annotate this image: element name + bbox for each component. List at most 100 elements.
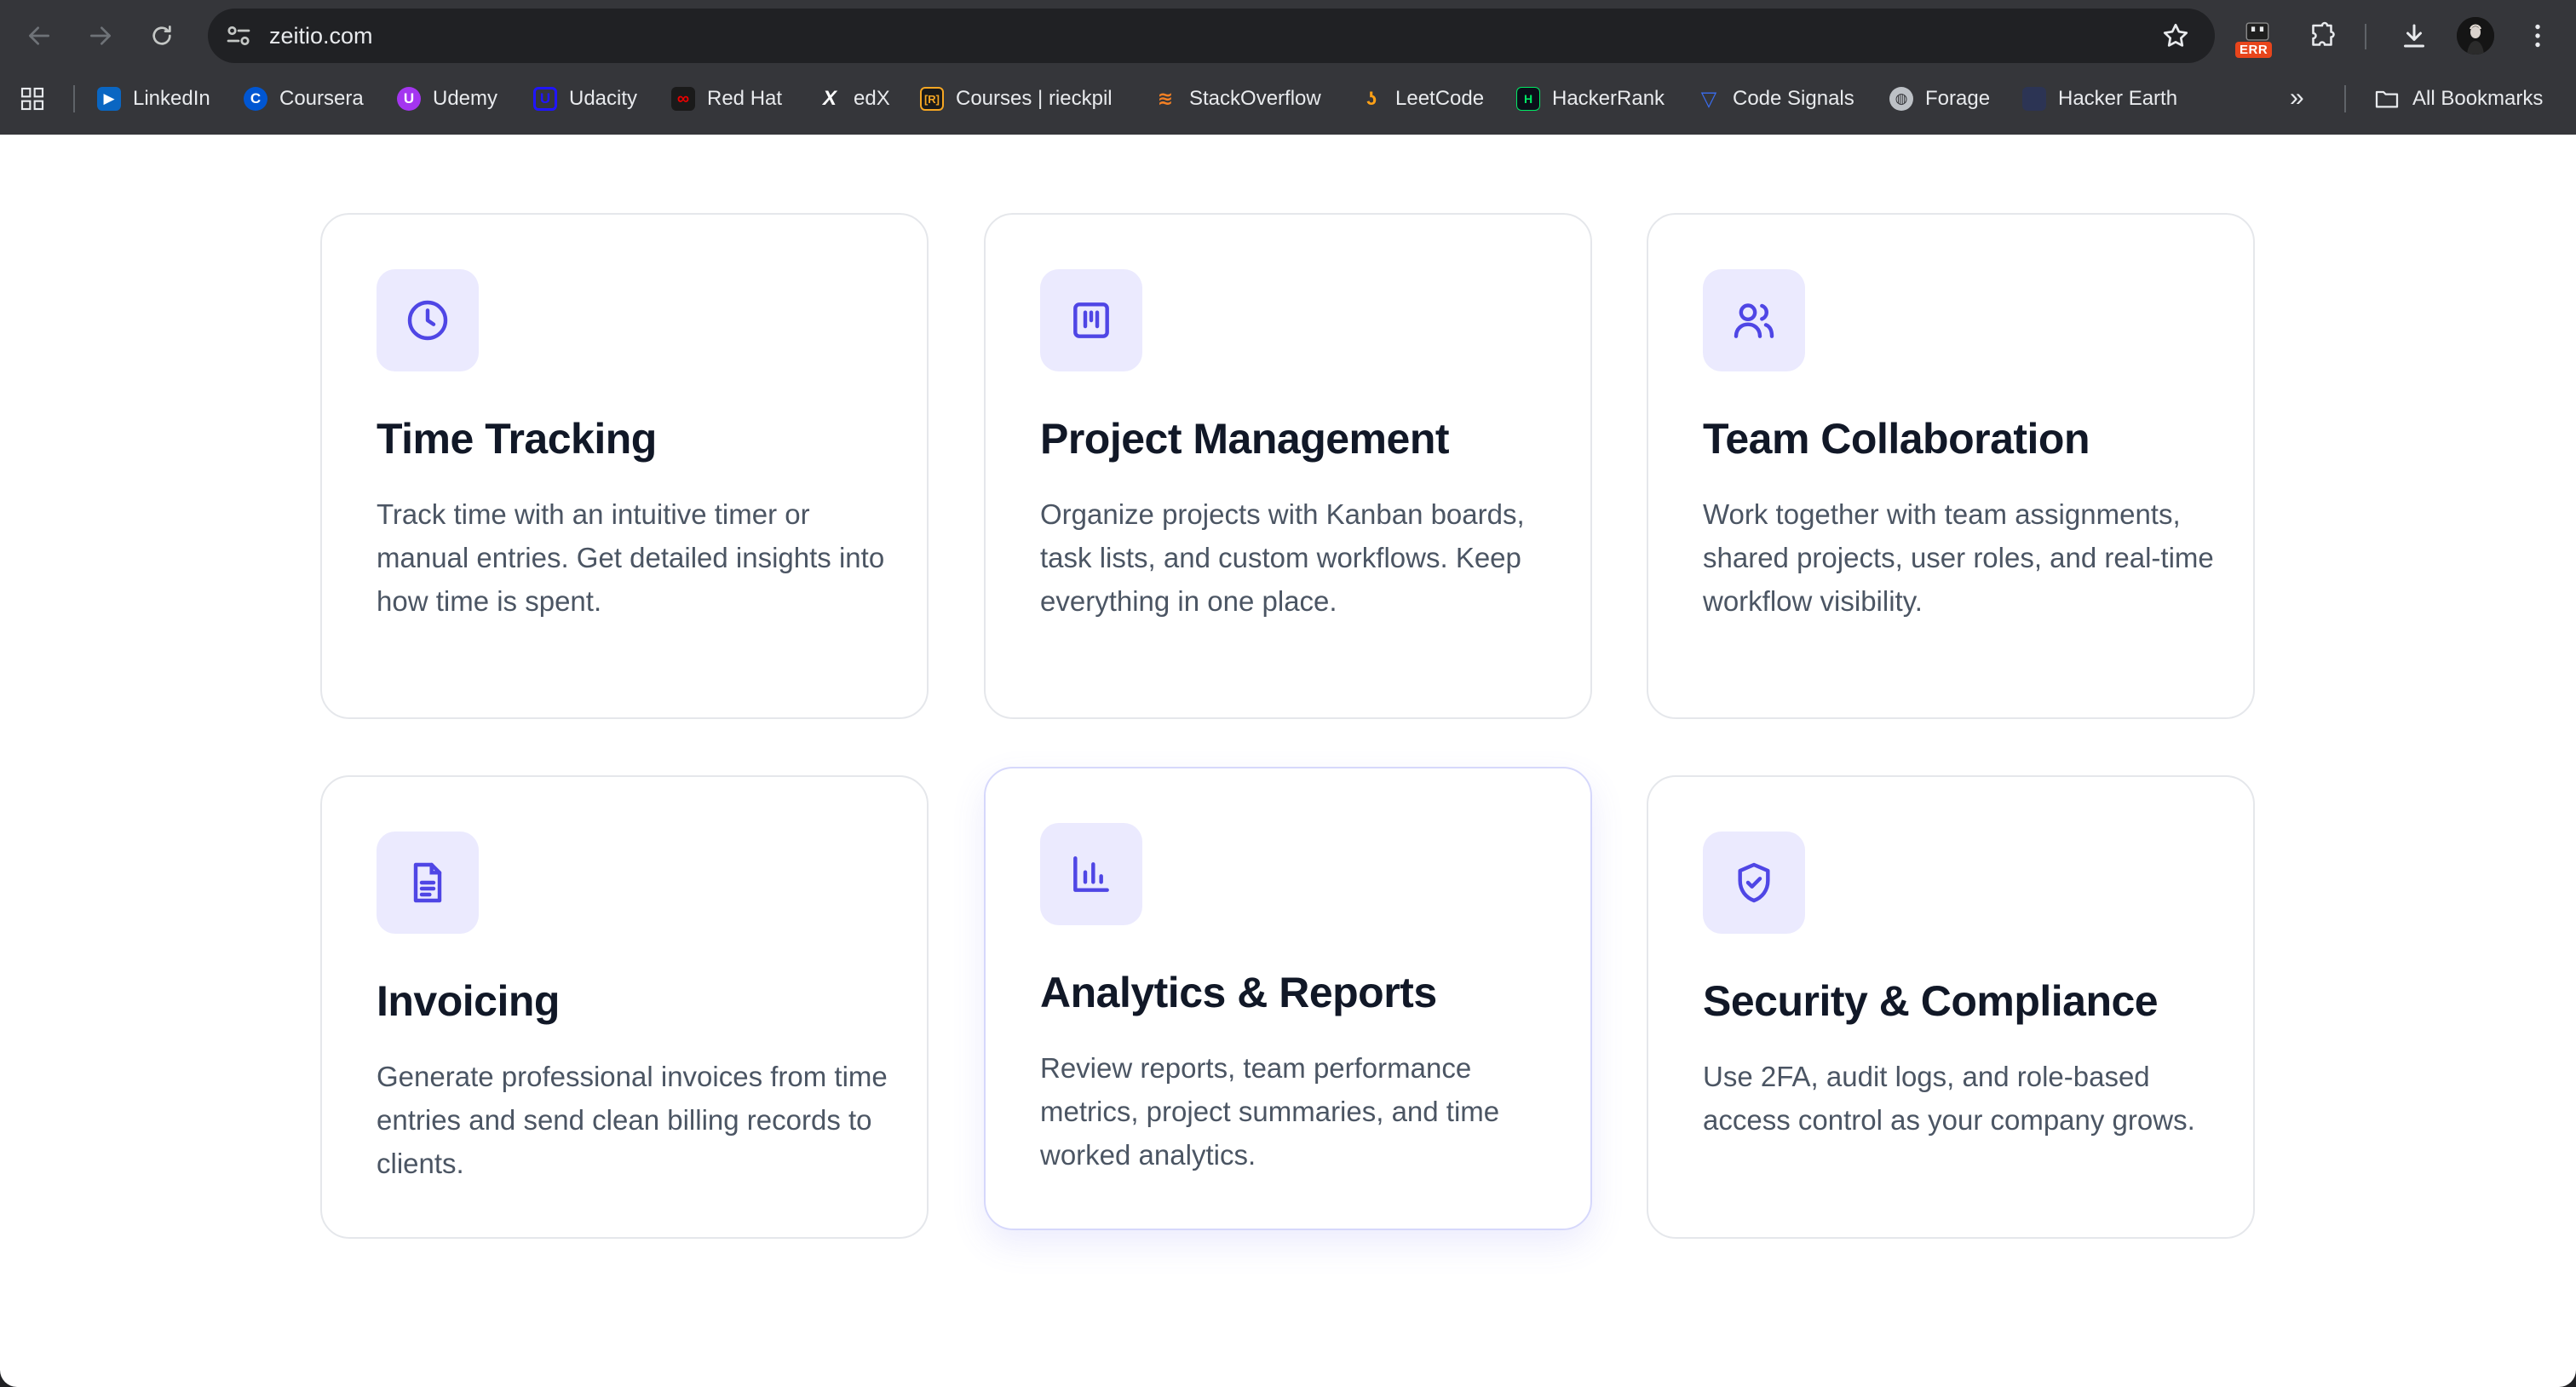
stackoverflow-icon: ≋ (1157, 88, 1174, 109)
browser-toolbar: zeitio.com ERR (0, 0, 2576, 72)
all-bookmarks-button[interactable]: All Bookmarks (2373, 82, 2543, 116)
udemy-icon: U (397, 87, 421, 111)
bookmark-star-icon[interactable] (2160, 20, 2191, 51)
bookmarks-divider (2344, 85, 2346, 112)
feature-title: Security & Compliance (1703, 977, 2159, 1025)
bookmark-label: StackOverflow (1189, 87, 1321, 110)
bookmark-hackerearth[interactable]: Hacker Earth (2022, 82, 2177, 116)
bookmarks-divider (73, 85, 75, 112)
feature-description: Review reports, team performance metrics… (1040, 1052, 1500, 1171)
puzzle-icon (2312, 21, 2335, 46)
feature-card-analytics-reports: Analytics & Reports Review reports, team… (984, 767, 1592, 1230)
bookmark-hackerrank[interactable]: H HackerRank (1516, 82, 1665, 116)
folder-icon (2375, 90, 2399, 108)
kebab-menu-icon (2535, 24, 2540, 48)
extensions-button[interactable] (2302, 15, 2343, 56)
clock-icon (407, 300, 448, 341)
coursera-icon: C (244, 87, 267, 111)
more-bookmarks-chevron-icon[interactable]: » (2290, 85, 2320, 112)
downloads-button[interactable] (2394, 15, 2435, 56)
arrow-right-icon (90, 26, 111, 45)
feature-card-team-collaboration: Team Collaboration Work together with te… (1647, 213, 2255, 719)
feature-title: Team Collaboration (1703, 415, 2090, 463)
back-button[interactable] (20, 17, 58, 55)
bookmark-label: LeetCode (1395, 87, 1485, 110)
feature-icon-box (1703, 832, 1805, 934)
site-settings-icon[interactable] (223, 20, 254, 51)
address-bar[interactable]: zeitio.com (208, 9, 2215, 63)
bookmark-redhat[interactable]: ∞ Red Hat (671, 82, 782, 116)
bookmark-label: Udacity (569, 87, 638, 110)
feature-description: Track time with an intuitive timer or ma… (377, 498, 885, 617)
bookmark-label: Red Hat (707, 87, 783, 110)
feature-title: Project Management (1040, 415, 1450, 463)
udacity-icon: U (533, 87, 557, 111)
reload-button[interactable] (143, 17, 181, 55)
feature-card-security-compliance: Security & Compliance Use 2FA, audit log… (1647, 775, 2255, 1239)
redhat-icon: ∞ (671, 87, 695, 111)
bookmark-label: Courses | rieckpil (956, 87, 1113, 110)
leetcode-icon: ʖ (1366, 88, 1377, 109)
toolbar-divider (2365, 24, 2366, 49)
reload-icon (152, 26, 171, 45)
feature-description: Generate professional invoices from time… (377, 1061, 888, 1179)
profile-avatar[interactable] (2457, 17, 2494, 55)
feature-icon-box (1040, 823, 1142, 925)
bookmark-leetcode[interactable]: ʖ LeetCode (1360, 82, 1484, 116)
feature-icon-box (377, 269, 479, 371)
feature-title: Analytics & Reports (1040, 969, 1437, 1016)
bookmark-label: Hacker Earth (2058, 87, 2178, 110)
bookmark-label: Udemy (433, 87, 498, 110)
linkedin-icon: ▶ (97, 87, 121, 111)
hackerrank-icon: H (1516, 87, 1540, 111)
feature-description: Work together with team assignments, sha… (1703, 498, 2214, 617)
bookmark-stackoverflow[interactable]: ≋ StackOverflow (1153, 82, 1321, 116)
arrow-left-icon (29, 26, 49, 45)
rieckpil-icon: [R] (920, 87, 944, 111)
extension-err-button[interactable]: ERR (2235, 19, 2280, 58)
extension-error-badge: ERR (2235, 42, 2273, 58)
hackerearth-icon (2022, 87, 2046, 111)
bookmark-label: edX (854, 87, 890, 110)
bar-chart-icon (1073, 856, 1109, 892)
browser-menu-button[interactable] (2517, 15, 2558, 56)
forage-icon: ◍ (1889, 87, 1913, 111)
bookmark-label: Coursera (279, 87, 364, 110)
all-bookmarks-label: All Bookmarks (2412, 87, 2544, 110)
download-icon (2404, 24, 2424, 48)
feature-description: Organize projects with Kanban boards, ta… (1040, 498, 1525, 617)
url-text[interactable]: zeitio.com (269, 9, 373, 63)
feature-card-invoicing: Invoicing Generate professional invoices… (320, 775, 929, 1239)
feature-title: Time Tracking (377, 415, 657, 463)
bookmark-udacity[interactable]: U Udacity (533, 82, 637, 116)
feature-icon-box (1040, 269, 1142, 371)
apps-grid-icon[interactable] (19, 85, 46, 112)
feature-icon-box (1703, 269, 1805, 371)
page-content: Time Tracking Track time with an intuiti… (0, 135, 2576, 1387)
feature-icon-box (377, 832, 479, 934)
bookmark-label: LinkedIn (133, 87, 210, 110)
feature-card-time-tracking: Time Tracking Track time with an intuiti… (320, 213, 929, 719)
forward-button[interactable] (82, 17, 119, 55)
feature-description: Use 2FA, audit logs, and role-based acce… (1703, 1061, 2195, 1136)
edx-icon: X (822, 87, 837, 110)
kanban-icon (1073, 302, 1109, 338)
browser-chrome: zeitio.com ERR ▶ LinkedIn C Coursera U U… (0, 0, 2576, 135)
codesignal-icon: ▽ (1700, 87, 1717, 111)
bookmark-rieckpil[interactable]: [R] Courses | rieckpil (920, 82, 1113, 116)
bookmark-label: Forage (1925, 87, 1991, 110)
profile-photo-icon (2457, 17, 2494, 55)
bookmark-label: HackerRank (1552, 87, 1665, 110)
bookmark-forage[interactable]: ◍ Forage (1889, 82, 1990, 116)
bookmark-coursera[interactable]: C Coursera (244, 82, 364, 116)
bookmark-linkedin[interactable]: ▶ LinkedIn (97, 82, 210, 116)
users-icon (1734, 303, 1774, 338)
feature-title: Invoicing (377, 977, 560, 1025)
feature-card-project-management: Project Management Organize projects wit… (984, 213, 1592, 719)
bookmark-edx[interactable]: X edX (818, 82, 890, 116)
bookmark-label: Code Signals (1733, 87, 1854, 110)
bookmark-udemy[interactable]: U Udemy (397, 82, 497, 116)
shield-check-icon (1738, 862, 1770, 903)
bookmark-codesignal[interactable]: ▽ Code Signals (1697, 82, 1854, 116)
document-icon (413, 862, 442, 903)
